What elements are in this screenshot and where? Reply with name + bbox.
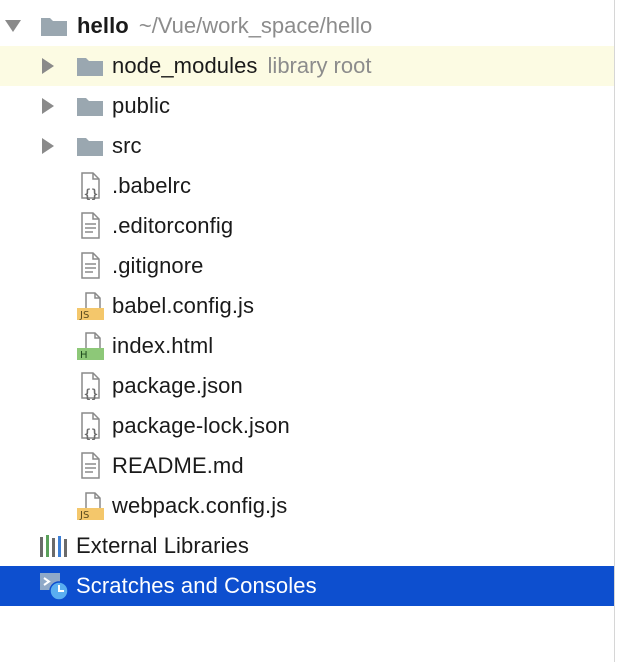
project-path: ~/Vue/work_space/hello <box>138 13 373 38</box>
scratches-label: Scratches and Consoles <box>76 573 317 598</box>
file-name: webpack.config.js <box>112 493 288 518</box>
folder-icon <box>77 98 103 116</box>
html-badge-label: H <box>80 350 88 361</box>
library-root-hint: library root <box>267 53 372 78</box>
expand-arrow-icon[interactable] <box>42 98 54 114</box>
tree-node-file[interactable]: README.md <box>0 446 614 486</box>
scratches-icon <box>40 573 69 601</box>
json-file-icon: {} <box>81 172 100 201</box>
folder-name: src <box>112 133 142 158</box>
json-file-icon: {} <box>81 412 100 441</box>
tree-node-file[interactable]: {} .babelrc <box>0 166 614 206</box>
file-name: index.html <box>112 333 214 358</box>
folder-name: node_modules <box>112 53 258 78</box>
tree-node-folder[interactable]: src <box>0 126 614 166</box>
tree-node-project-root[interactable]: hello ~/Vue/work_space/hello <box>0 6 614 46</box>
svg-text:{}: {} <box>84 187 98 201</box>
text-file-icon <box>81 452 100 479</box>
external-libraries-label: External Libraries <box>76 533 249 558</box>
svg-text:{}: {} <box>84 387 98 401</box>
tree-node-scratches[interactable]: Scratches and Consoles <box>0 566 614 606</box>
project-tree-panel: hello ~/Vue/work_space/hello node_module… <box>0 0 615 662</box>
file-name: babel.config.js <box>112 293 255 318</box>
file-name: .editorconfig <box>112 213 234 238</box>
js-badge-label: JS <box>79 510 89 521</box>
folder-icon <box>77 58 103 76</box>
text-file-icon <box>81 212 100 239</box>
tree-node-file[interactable]: .editorconfig <box>0 206 614 246</box>
js-file-icon: JS <box>77 492 104 521</box>
js-file-icon: JS <box>77 292 104 321</box>
file-name: .gitignore <box>112 253 204 278</box>
expand-arrow-icon[interactable] <box>42 138 54 154</box>
tree-node-file[interactable]: {} package-lock.json <box>0 406 614 446</box>
file-name: package.json <box>112 373 243 398</box>
tree-node-folder[interactable]: node_modules library root <box>0 46 614 86</box>
libraries-icon <box>40 535 67 557</box>
folder-name: public <box>112 93 171 118</box>
tree-node-file[interactable]: JS webpack.config.js <box>0 486 614 526</box>
file-name: .babelrc <box>112 173 192 198</box>
file-name: package-lock.json <box>112 413 290 438</box>
tree-node-external-libraries[interactable]: External Libraries <box>0 526 614 566</box>
file-name: README.md <box>112 453 244 478</box>
tree-node-file[interactable]: .gitignore <box>0 246 614 286</box>
tree-node-folder[interactable]: public <box>0 86 614 126</box>
expand-arrow-icon[interactable] <box>42 58 54 74</box>
svg-text:{}: {} <box>84 427 98 441</box>
collapse-arrow-icon[interactable] <box>5 20 21 32</box>
folder-icon <box>77 138 103 156</box>
tree-node-file[interactable]: H index.html <box>0 326 614 366</box>
html-file-icon: H <box>77 332 104 361</box>
project-name: hello <box>77 13 129 38</box>
json-file-icon: {} <box>81 372 100 401</box>
tree-node-file[interactable]: JS babel.config.js <box>0 286 614 326</box>
tree-node-file[interactable]: {} package.json <box>0 366 614 406</box>
text-file-icon <box>81 252 100 279</box>
folder-icon <box>41 18 67 36</box>
js-badge-label: JS <box>79 310 89 321</box>
